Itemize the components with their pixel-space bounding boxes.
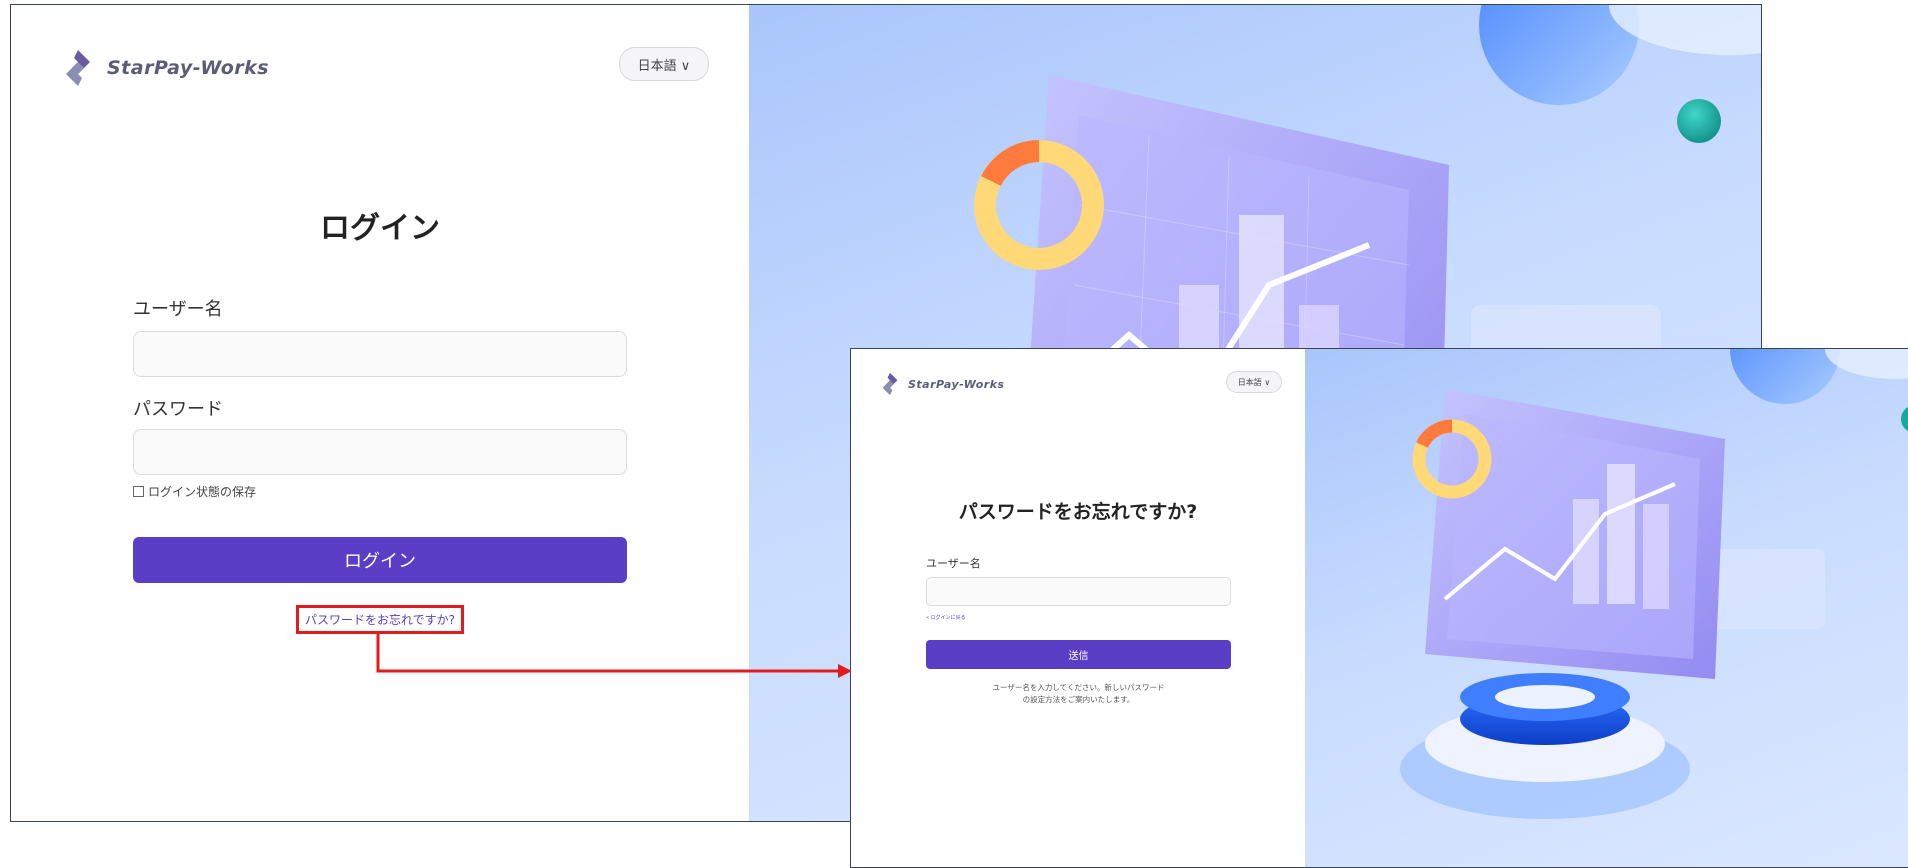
page-title: パスワードをお忘れですか? (958, 501, 1198, 523)
forgot-password-screenshot: StarPay-Works 日本語 ∨ パスワードをお忘れですか? ユーザー名 … (850, 348, 1908, 868)
language-selector[interactable]: 日本語 ∨ (1226, 371, 1282, 393)
submit-button[interactable]: 送信 (926, 640, 1231, 669)
forgot-form-pane: StarPay-Works 日本語 ∨ パスワードをお忘れですか? ユーザー名 … (851, 349, 1305, 867)
brand-name: StarPay-Works (908, 377, 1005, 391)
dashboard-illustration (1400, 349, 1908, 819)
back-to-login-link[interactable]: « ログインに戻る (926, 614, 966, 621)
username-label: ユーザー名 (926, 557, 981, 570)
brand-logo: StarPay-Works (877, 371, 1005, 397)
help-text: ユーザー名を入力してください。新しいパスワード の設定方法をご案内いたします。 (992, 683, 1165, 704)
hero-illustration-pane (1305, 349, 1908, 867)
username-input[interactable] (926, 577, 1231, 606)
logo-mark-icon (882, 372, 898, 396)
